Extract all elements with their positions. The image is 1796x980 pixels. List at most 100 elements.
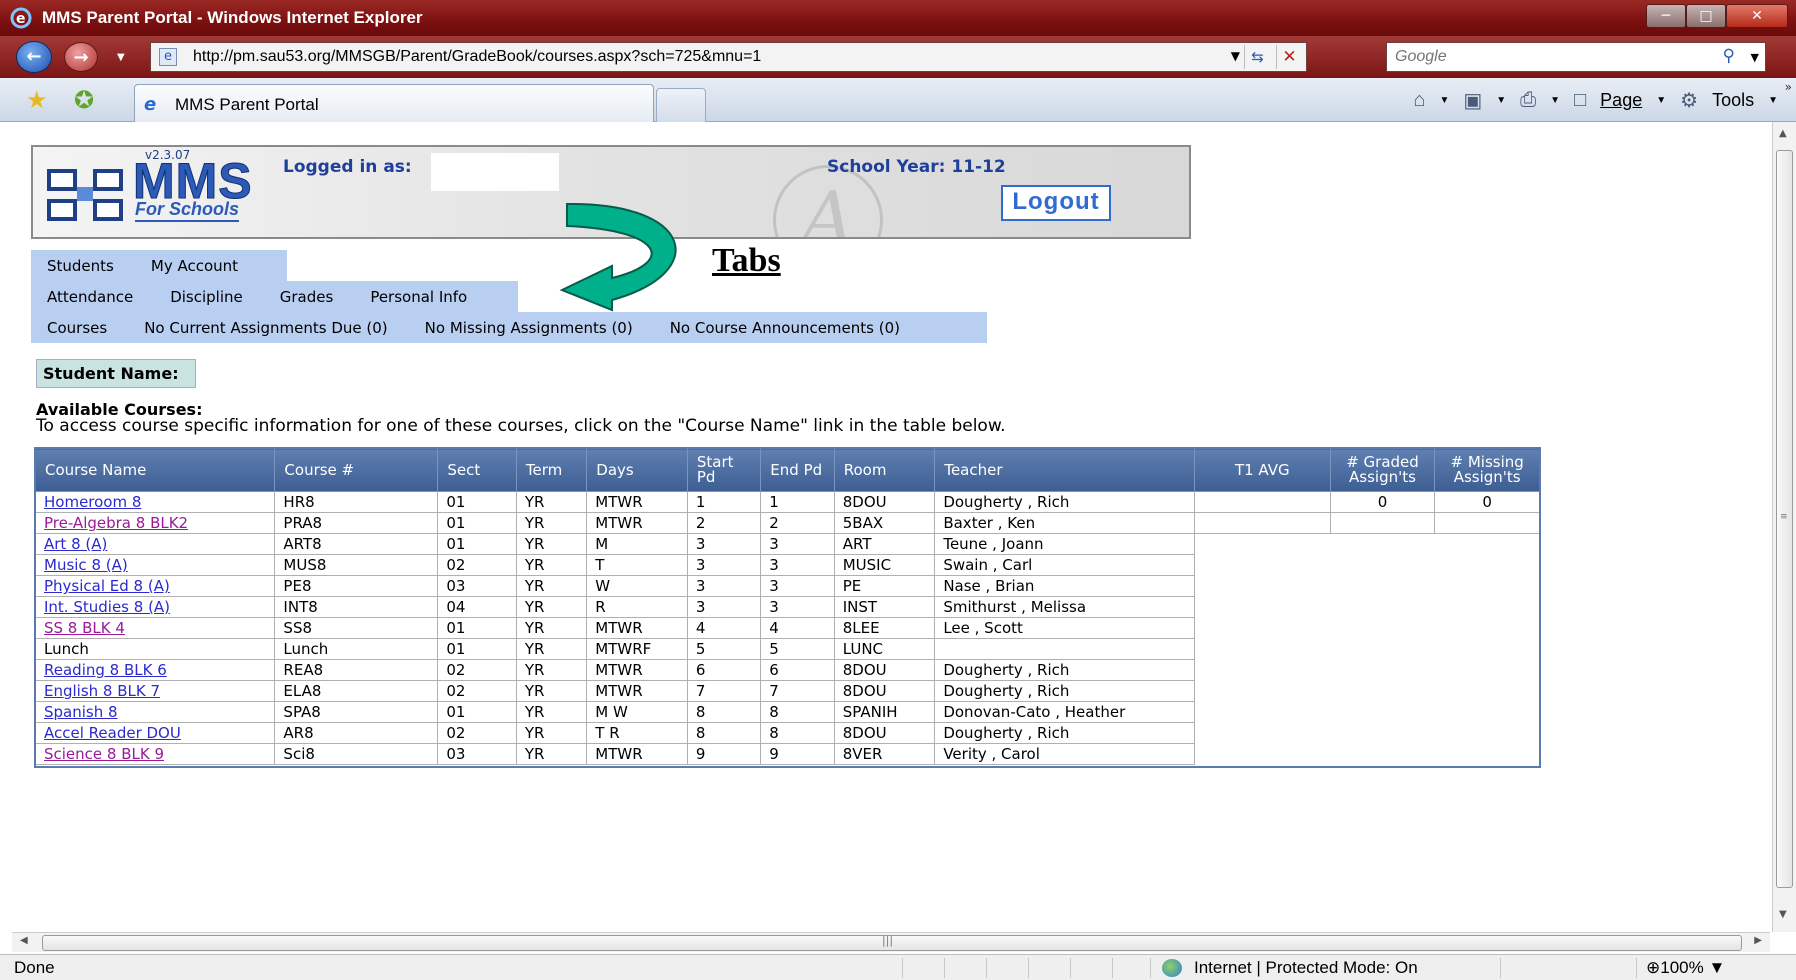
back-button[interactable]: ← [16, 41, 52, 73]
sect-cell: 01 [437, 617, 517, 639]
room-cell: MUSIC [833, 554, 936, 576]
globe-icon [1162, 959, 1182, 977]
table-row: Lunch Lunch 01 YR MTWRF 5 5 LUNC [34, 638, 1540, 660]
end-pd-cell: 8 [760, 722, 835, 744]
days-cell: M W [586, 701, 688, 723]
tab-label: MMS Parent Portal [175, 95, 319, 114]
for-schools-text: For Schools [135, 199, 240, 222]
stop-icon[interactable]: ✕ [1276, 45, 1302, 69]
tab-personal-info[interactable]: Personal Info [354, 288, 467, 306]
search-input[interactable] [1395, 44, 1715, 70]
course-name-cell: Art 8 (A) [34, 533, 276, 555]
tab-discipline[interactable]: Discipline [154, 288, 243, 306]
scroll-down-icon[interactable]: ▼ [1779, 909, 1787, 920]
teacher-cell: Smithurst , Melissa [934, 596, 1195, 618]
col-sect[interactable]: Sect [437, 448, 517, 492]
t1-avg-cell [1193, 512, 1331, 534]
logout-button[interactable]: Logout [1001, 185, 1111, 221]
course-link[interactable]: Art 8 (A) [44, 535, 107, 553]
term-cell: YR [515, 701, 588, 723]
tab-my-account[interactable]: My Account [135, 257, 238, 275]
course-link[interactable]: Accel Reader DOU [44, 724, 181, 742]
course-link[interactable]: Music 8 (A) [44, 556, 128, 574]
days-cell: R [586, 596, 688, 618]
course-number-cell: ART8 [274, 533, 439, 555]
col-end-pd[interactable]: End Pd [760, 448, 835, 492]
course-link[interactable]: Homeroom 8 [44, 493, 141, 511]
url-text[interactable]: http://pm.sau53.org/MMSGB/Parent/GradeBo… [193, 48, 761, 66]
home-icon[interactable]: ⌂ [1413, 89, 1425, 112]
tab-courses[interactable]: Courses [31, 319, 107, 337]
page-menu[interactable]: Page [1600, 90, 1642, 111]
col-missing[interactable]: # Missing Assign'ts [1434, 448, 1540, 492]
tab-current-assignments[interactable]: No Current Assignments Due (0) [128, 319, 387, 337]
print-icon[interactable]: ⎙ [1520, 89, 1536, 112]
favorites-star-icon[interactable]: ★ [26, 86, 48, 114]
tools-menu[interactable]: Tools [1712, 90, 1754, 111]
days-cell: MTWR [586, 743, 688, 765]
horizontal-scrollbar[interactable]: ◀ ||| ▶ [12, 932, 1770, 952]
course-link[interactable]: Spanish 8 [44, 703, 118, 721]
new-tab-button[interactable] [656, 88, 706, 122]
tab-students[interactable]: Students [31, 257, 114, 275]
room-cell: 8DOU [833, 680, 936, 702]
scroll-up-icon[interactable]: ▲ [1779, 128, 1787, 139]
sect-cell: 01 [437, 512, 517, 534]
col-course-number[interactable]: Course # [274, 448, 439, 492]
empty-cell [1194, 617, 1540, 639]
tab-mms-parent-portal[interactable]: e MMS Parent Portal [134, 84, 654, 122]
feeds-icon[interactable]: ▣ [1463, 88, 1482, 113]
tab-grades[interactable]: Grades [264, 288, 334, 306]
refresh-icon[interactable]: ⇆ [1244, 45, 1270, 69]
scroll-right-icon[interactable]: ▶ [1754, 935, 1762, 946]
history-dropdown-icon[interactable]: ▼ [117, 52, 125, 63]
col-start-pd[interactable]: Start Pd [686, 448, 762, 492]
course-link[interactable]: Physical Ed 8 (A) [44, 577, 170, 595]
course-link[interactable]: English 8 BLK 7 [44, 682, 160, 700]
search-icon[interactable]: ⚲ [1723, 46, 1735, 66]
url-dropdown-icon[interactable]: ▼ [1231, 49, 1240, 63]
close-window-button[interactable]: ✕ [1726, 4, 1788, 28]
course-link[interactable]: Reading 8 BLK 6 [44, 661, 167, 679]
zoom-level[interactable]: ⊕100% ▼ [1646, 958, 1725, 978]
scroll-grip-icon: ≡ [1780, 512, 1788, 522]
term-cell: YR [515, 659, 588, 681]
print-dropdown-icon[interactable]: ▼ [1550, 95, 1560, 106]
col-t1-avg[interactable]: T1 AVG [1193, 448, 1331, 492]
course-link[interactable]: Science 8 BLK 9 [44, 745, 164, 763]
col-days[interactable]: Days [586, 448, 688, 492]
room-cell: LUNC [833, 638, 936, 660]
course-name-cell: Int. Studies 8 (A) [34, 596, 276, 618]
course-link[interactable]: Int. Studies 8 (A) [44, 598, 170, 616]
graded-cell [1329, 512, 1436, 534]
col-term[interactable]: Term [515, 448, 588, 492]
course-name-cell: Spanish 8 [34, 701, 276, 723]
col-teacher[interactable]: Teacher [934, 448, 1195, 492]
col-graded[interactable]: # Graded Assign'ts [1329, 448, 1436, 492]
search-dropdown-icon[interactable]: ▼ [1751, 51, 1759, 64]
search-field[interactable]: ⚲ ▼ [1386, 42, 1766, 72]
chevron-more-icon[interactable]: » [1785, 80, 1792, 94]
add-favorite-icon[interactable]: ✪ [74, 86, 94, 114]
scroll-left-icon[interactable]: ◀ [20, 935, 28, 946]
col-room[interactable]: Room [833, 448, 936, 492]
forward-button[interactable]: → [64, 42, 98, 72]
sect-cell: 03 [437, 743, 517, 765]
empty-cell [1194, 681, 1539, 702]
empty-cell [1194, 533, 1540, 555]
page-dropdown-icon[interactable]: ▼ [1656, 95, 1666, 106]
course-link[interactable]: SS 8 BLK 4 [44, 619, 125, 637]
tools-dropdown-icon[interactable]: ▼ [1768, 95, 1778, 106]
url-field[interactable]: e http://pm.sau53.org/MMSGB/Parent/Grade… [150, 42, 1307, 72]
course-link[interactable]: Pre-Algebra 8 BLK2 [44, 514, 188, 532]
tab-attendance[interactable]: Attendance [31, 288, 133, 306]
maximize-button[interactable]: □ [1686, 4, 1726, 28]
home-dropdown-icon[interactable]: ▼ [1439, 95, 1449, 106]
feeds-dropdown-icon[interactable]: ▼ [1496, 95, 1506, 106]
col-course-name[interactable]: Course Name [34, 448, 276, 492]
sect-cell: 03 [437, 575, 517, 597]
course-name-cell: Physical Ed 8 (A) [34, 575, 276, 597]
minimize-button[interactable]: ─ [1646, 4, 1686, 28]
vertical-scrollbar[interactable]: ▲ ≡ ▼ [1772, 122, 1796, 932]
security-zone-text[interactable]: Internet | Protected Mode: On [1194, 958, 1418, 978]
